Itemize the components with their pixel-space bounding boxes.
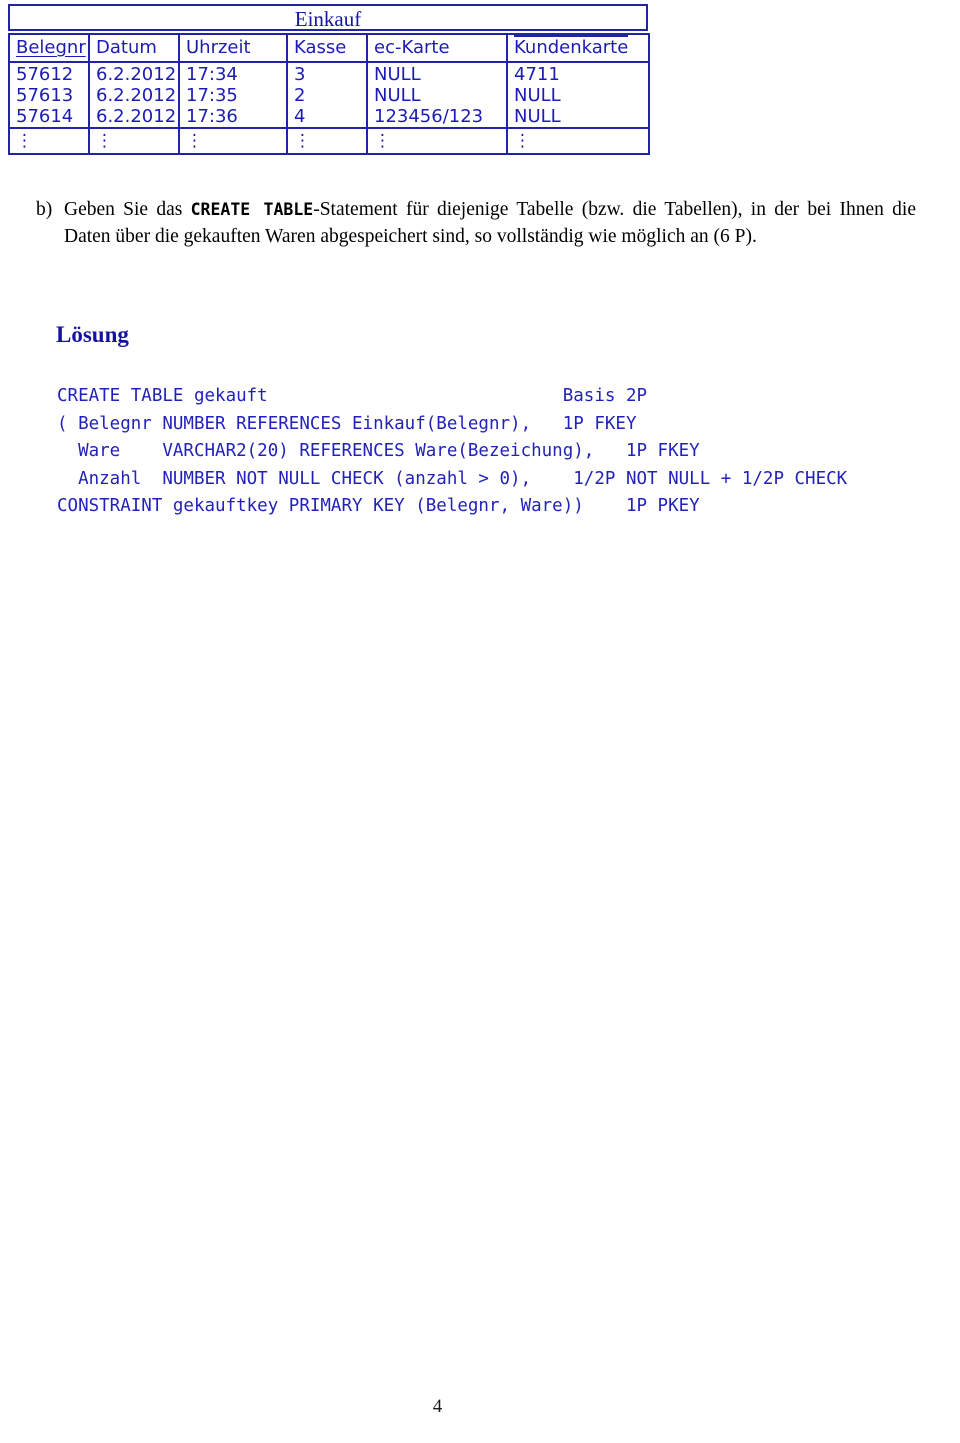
column-header-kundenkarte-label: Kundenkarte [514,36,629,58]
continuation-dots: ⋮ [366,127,508,155]
relation-title: Einkauf [294,7,362,31]
table-row: 57612 6.2.2012 17:34 3 NULL 4711 [8,62,650,85]
cell-kundenkarte: NULL [506,106,650,128]
column-header-datum: Datum [88,33,180,63]
column-header-ec-karte-label: ec-Karte [374,37,450,58]
page-number: 4 [432,1396,443,1417]
column-header-uhrzeit-label: Uhrzeit [186,37,251,58]
cell-ec-karte: NULL [366,85,508,106]
cell-datum: 6.2.2012 [88,62,180,85]
question-text: Geben Sie das CREATE TABLE-Statement für… [64,196,916,250]
column-header-kundenkarte: Kundenkarte [506,33,650,63]
cell-kasse: 4 [286,106,368,128]
column-header-datum-label: Datum [96,37,157,58]
cell-belegnr: 57612 [8,62,90,85]
question-inline-code: CREATE TABLE [190,200,314,219]
relation-schema-einkauf: Einkauf Belegnr Datum Uhrzeit Kasse ec-K… [8,4,650,155]
table-row: 57614 6.2.2012 17:36 4 123456/123 NULL [8,106,650,128]
column-header-kasse-label: Kasse [294,37,347,58]
cell-belegnr: 57613 [8,85,90,106]
cell-kasse: 3 [286,62,368,85]
solution-code-block: CREATE TABLE gekauft Basis 2P ( Belegnr … [57,383,847,521]
solution-heading: Lösung [56,322,129,347]
cell-uhrzeit: 17:35 [178,85,288,106]
exercise-question-b: b) Geben Sie das CREATE TABLE-Statement … [36,196,916,250]
continuation-dots: ⋮ [286,127,368,155]
relation-table: Belegnr Datum Uhrzeit Kasse ec-Karte Kun… [8,33,650,155]
cell-kasse: 2 [286,85,368,106]
column-header-uhrzeit: Uhrzeit [178,33,288,63]
question-marker: b) [36,199,53,220]
question-text-part1: Geben Sie das [64,199,191,220]
table-continuation-row: ⋮ ⋮ ⋮ ⋮ ⋮ ⋮ [8,127,650,155]
code-line: ( Belegnr NUMBER REFERENCES Einkauf(Bele… [57,413,637,434]
cell-datum: 6.2.2012 [88,85,180,106]
relation-title-box: Einkauf [8,4,648,31]
continuation-dots: ⋮ [506,127,650,155]
continuation-dots: ⋮ [88,127,180,155]
column-header-ec-karte: ec-Karte [366,33,508,63]
code-line: Ware VARCHAR2(20) REFERENCES Ware(Bezeic… [57,441,700,461]
continuation-dots: ⋮ [8,127,90,155]
column-header-kasse: Kasse [286,33,368,63]
cell-kundenkarte: NULL [506,85,650,106]
cell-uhrzeit: 17:34 [178,62,288,85]
cell-belegnr: 57614 [8,106,90,128]
table-header-row: Belegnr Datum Uhrzeit Kasse ec-Karte Kun… [8,33,650,63]
cell-ec-karte: NULL [366,62,508,85]
cell-ec-karte: 123456/123 [366,106,508,128]
code-line: CREATE TABLE gekauft Basis 2P [57,386,648,406]
code-line: CONSTRAINT gekauftkey PRIMARY KEY (Beleg… [57,496,700,516]
continuation-dots: ⋮ [178,127,288,155]
cell-datum: 6.2.2012 [88,106,180,128]
cell-kundenkarte: 4711 [506,62,650,85]
column-header-belegnr-label: Belegnr [16,37,86,58]
code-line: Anzahl NUMBER NOT NULL CHECK (anzahl > 0… [57,468,848,489]
table-row: 57613 6.2.2012 17:35 2 NULL NULL [8,85,650,106]
cell-uhrzeit: 17:36 [178,106,288,128]
column-header-belegnr: Belegnr [8,33,90,63]
